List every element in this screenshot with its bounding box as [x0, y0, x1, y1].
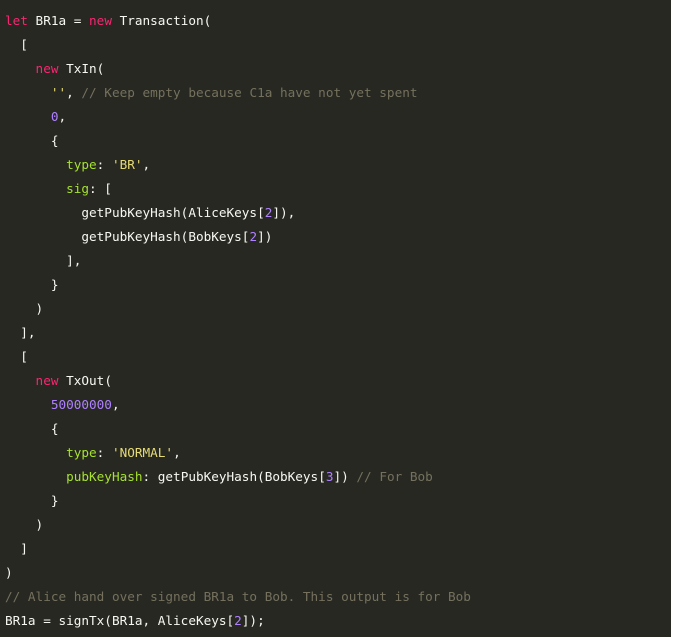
- code-token-punctuation: :: [142, 469, 158, 484]
- code-token-punctuation: {: [5, 133, 59, 148]
- code-token-punctuation: ): [5, 301, 44, 316]
- code-token-keyword: new: [5, 61, 59, 76]
- code-token-punctuation: : [: [89, 181, 112, 196]
- code-token-identifier: BR1a: [27, 13, 74, 28]
- code-token-string: 'BR': [111, 157, 143, 172]
- code-token-identifier: getPubKeyHash(AliceKeys[: [5, 205, 265, 220]
- code-token-identifier: BR1a = signTx(BR1a, AliceKeys[: [5, 613, 235, 628]
- code-line: getPubKeyHash(BobKeys[2]): [5, 225, 671, 249]
- code-token-identifier: Transaction(: [111, 13, 212, 28]
- code-token-comment: // Alice hand over signed BR1a to Bob. T…: [5, 589, 471, 604]
- code-token-keyword: new: [5, 373, 59, 388]
- code-line: BR1a = signTx(BR1a, AliceKeys[2]);: [5, 609, 671, 633]
- code-token-identifier: ]),: [272, 205, 296, 220]
- code-token-punctuation: ,: [142, 157, 151, 172]
- code-token-punctuation: ,: [58, 109, 67, 124]
- code-line: // Alice hand over signed BR1a to Bob. T…: [5, 585, 671, 609]
- code-line: }: [5, 489, 671, 513]
- code-token-identifier: getPubKeyHash(BobKeys[: [5, 229, 250, 244]
- code-line: new TxOut(: [5, 369, 671, 393]
- code-token-punctuation: ,: [111, 397, 120, 412]
- code-token-punctuation: ): [5, 517, 44, 532]
- code-token-punctuation: ,: [173, 445, 181, 460]
- code-line: ]: [5, 537, 671, 561]
- code-line: [: [5, 33, 671, 57]
- code-token-string: 'NORMAL': [111, 445, 174, 460]
- code-token-identifier: ]): [333, 469, 357, 484]
- code-line: getPubKeyHash(AliceKeys[2]),: [5, 201, 671, 225]
- code-line: ],: [5, 249, 671, 273]
- code-token-property: sig: [5, 181, 90, 196]
- code-token-property: pubKeyHash: [5, 469, 143, 484]
- code-line: sig: [: [5, 177, 671, 201]
- code-token-comment: // For Bob: [356, 469, 433, 484]
- code-token-identifier: ]): [257, 229, 273, 244]
- code-line: {: [5, 417, 671, 441]
- code-token-punctuation: ]: [5, 541, 28, 556]
- code-line: pubKeyHash: getPubKeyHash(BobKeys[3]) //…: [5, 465, 671, 489]
- code-token-punctuation: ): [5, 565, 13, 580]
- code-token-number: 50000000: [5, 397, 112, 412]
- code-token-identifier: TxOut(: [58, 373, 112, 388]
- code-token-identifier: TxIn(: [58, 61, 105, 76]
- code-block: let BR1a = new Transaction( [ new TxIn( …: [0, 0, 671, 637]
- code-token-comment: // Keep empty because C1a have not yet s…: [81, 85, 418, 100]
- code-token-number: 2: [249, 229, 258, 244]
- code-line: }: [5, 273, 671, 297]
- code-line: new TxIn(: [5, 57, 671, 81]
- code-line: ): [5, 297, 671, 321]
- code-token-keyword: let: [5, 13, 28, 28]
- code-token-string: '': [5, 85, 67, 100]
- code-token-property: type: [5, 157, 97, 172]
- code-token-punctuation: }: [5, 493, 59, 508]
- code-token-identifier: ]);: [241, 613, 265, 628]
- code-line: [: [5, 345, 671, 369]
- code-line: ): [5, 513, 671, 537]
- code-token-punctuation: :: [96, 157, 112, 172]
- code-token-punctuation: :: [96, 445, 112, 460]
- code-token-punctuation: ],: [5, 253, 82, 268]
- code-token-number: 0: [5, 109, 59, 124]
- code-token-punctuation: {: [5, 421, 59, 436]
- code-token-keyword: new: [89, 13, 112, 28]
- code-token-number: 2: [234, 613, 242, 628]
- code-token-punctuation: =: [73, 13, 90, 28]
- code-line: type: 'BR',: [5, 153, 671, 177]
- code-line: {: [5, 129, 671, 153]
- code-line: type: 'NORMAL',: [5, 441, 671, 465]
- code-line: 0,: [5, 105, 671, 129]
- code-token-punctuation: [: [5, 349, 28, 364]
- code-token-identifier: getPubKeyHash(BobKeys[: [157, 469, 326, 484]
- code-token-punctuation: }: [5, 277, 59, 292]
- code-line: ],: [5, 321, 671, 345]
- code-line: 50000000,: [5, 393, 671, 417]
- code-token-punctuation: ],: [5, 325, 36, 340]
- code-token-punctuation: [: [5, 37, 28, 52]
- code-token-punctuation: ,: [66, 85, 82, 100]
- code-lines: let BR1a = new Transaction( [ new TxIn( …: [5, 9, 671, 633]
- code-line: ): [5, 561, 671, 585]
- code-line: let BR1a = new Transaction(: [5, 9, 671, 33]
- code-line: '', // Keep empty because C1a have not y…: [5, 81, 671, 105]
- code-token-property: type: [5, 445, 97, 460]
